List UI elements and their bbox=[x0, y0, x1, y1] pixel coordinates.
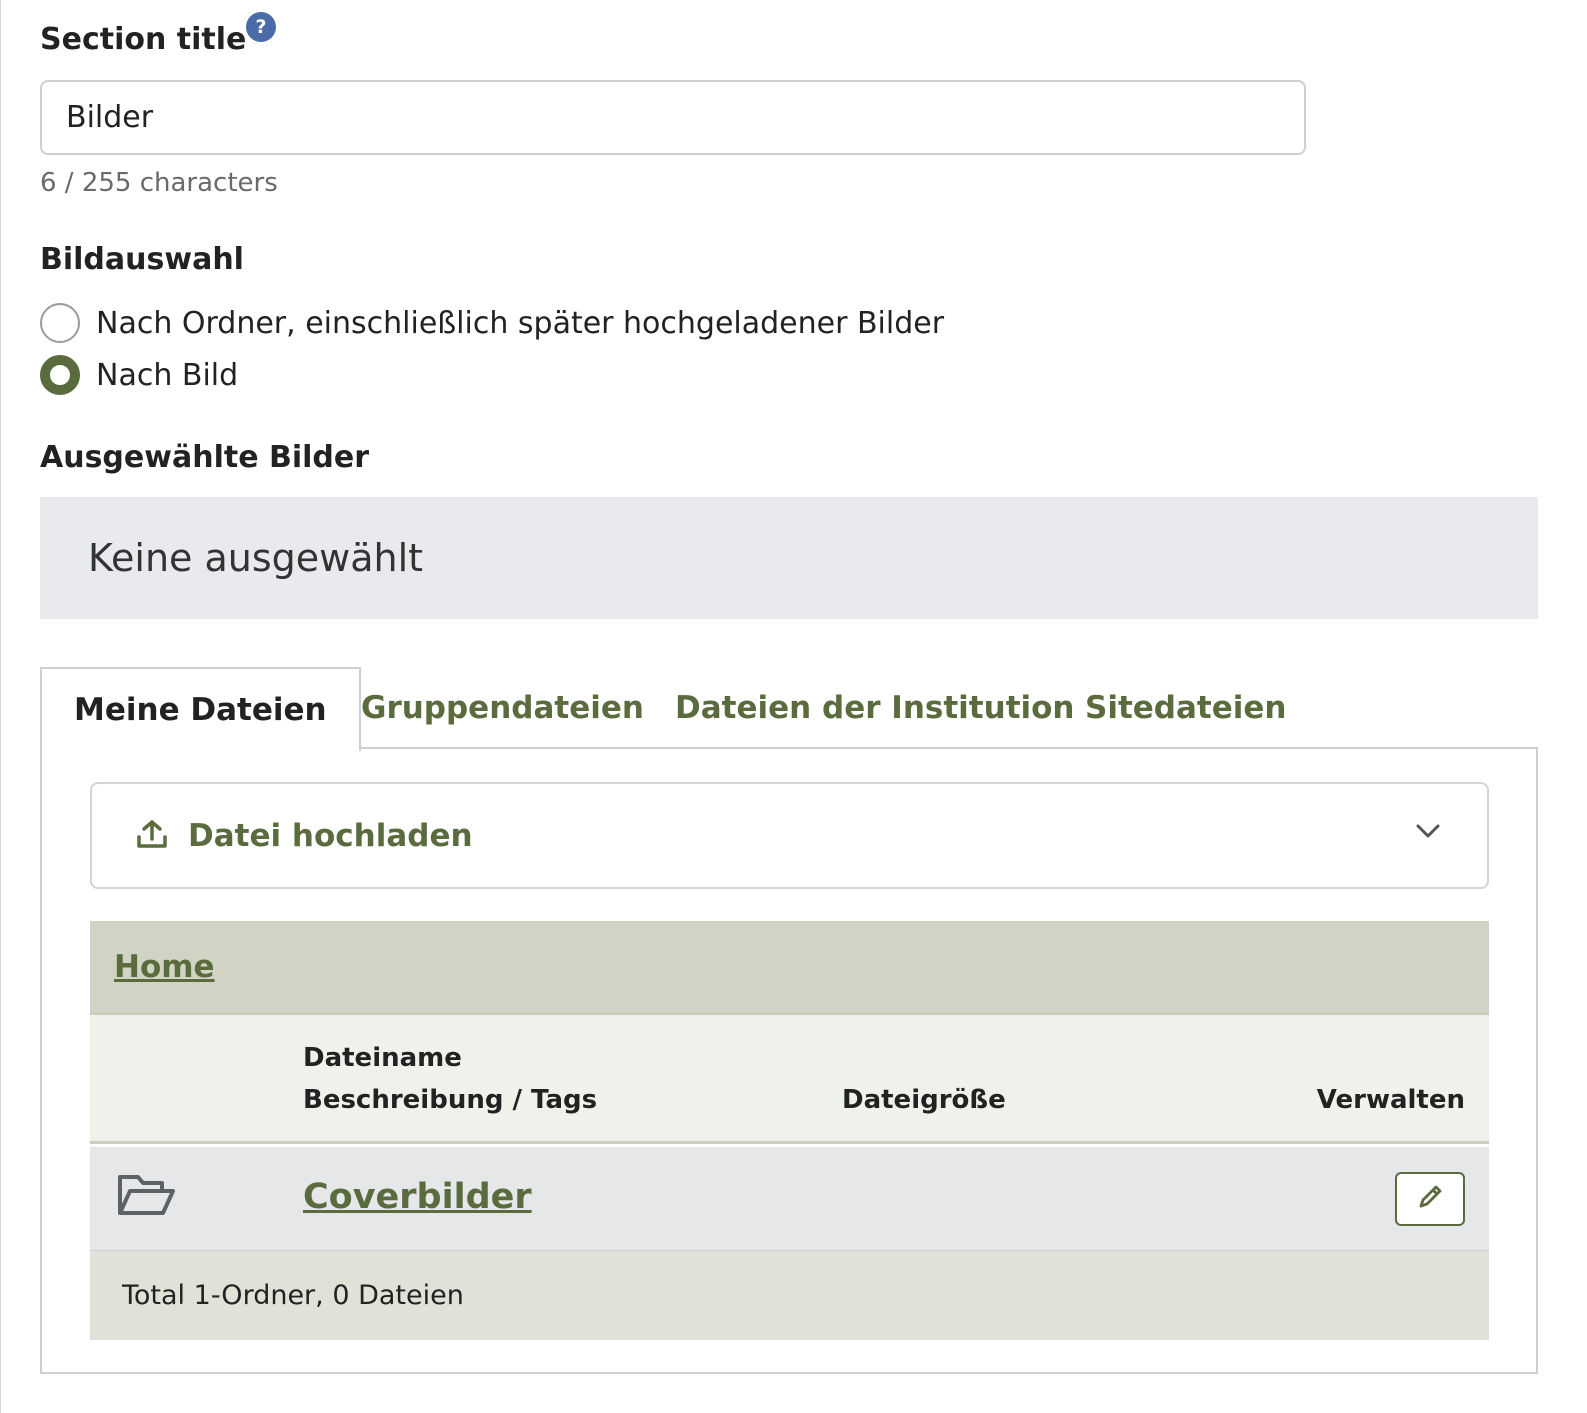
table-row: Coverbilder bbox=[90, 1147, 1489, 1251]
edit-button[interactable] bbox=[1395, 1172, 1465, 1226]
tab-dateien-der-institution[interactable]: Dateien der Institution bbox=[675, 667, 1075, 749]
upload-icon bbox=[136, 819, 168, 853]
breadcrumb: Home bbox=[90, 921, 1489, 1012]
selected-images-label: Ausgewählte Bilder bbox=[40, 440, 370, 475]
radio-option-image[interactable]: Nach Bild bbox=[40, 355, 238, 395]
radio-button-checked[interactable] bbox=[40, 355, 80, 395]
radio-label: Nach Ordner, einschließlich später hochg… bbox=[96, 305, 945, 341]
radio-button[interactable] bbox=[40, 303, 80, 343]
section-title-label: Section title bbox=[40, 22, 247, 57]
table-header: Dateiname Beschreibung / Tags Dateigröße… bbox=[90, 1012, 1489, 1144]
folder-link[interactable]: Coverbilder bbox=[303, 1177, 532, 1217]
folder-icon bbox=[116, 1171, 176, 1223]
help-icon[interactable]: ? bbox=[246, 12, 276, 42]
tab-sitedateien[interactable]: Sitedateien bbox=[1085, 667, 1286, 749]
page-left-border bbox=[0, 0, 1, 1413]
header-beschreibung: Beschreibung / Tags bbox=[303, 1085, 598, 1115]
selected-images-box: Keine ausgewählt bbox=[40, 497, 1538, 619]
empty-selection-text: Keine ausgewählt bbox=[88, 536, 424, 580]
tab-gruppendateien[interactable]: Gruppendateien bbox=[361, 667, 644, 749]
radio-option-folder[interactable]: Nach Ordner, einschließlich später hochg… bbox=[40, 303, 944, 343]
tab-meine-dateien[interactable]: Meine Dateien bbox=[40, 667, 361, 751]
chevron-down-icon bbox=[1415, 822, 1441, 844]
section-title-input[interactable] bbox=[40, 80, 1306, 155]
file-tabs: Meine Dateien Gruppendateien Dateien der… bbox=[40, 667, 1538, 751]
header-dateiname: Dateiname bbox=[303, 1043, 462, 1073]
breadcrumb-home-link[interactable]: Home bbox=[114, 949, 215, 985]
pencil-icon bbox=[1415, 1182, 1445, 1216]
character-counter: 6 / 255 characters bbox=[40, 168, 278, 198]
upload-label: Datei hochladen bbox=[188, 817, 473, 854]
table-total: Total 1-Ordner, 0 Dateien bbox=[90, 1251, 1489, 1340]
bildauswahl-label: Bildauswahl bbox=[40, 242, 244, 277]
radio-label: Nach Bild bbox=[96, 357, 239, 393]
header-dateigroesse: Dateigröße bbox=[842, 1085, 1006, 1115]
upload-toggle[interactable]: Datei hochladen bbox=[90, 782, 1489, 889]
header-verwalten: Verwalten bbox=[1316, 1085, 1465, 1115]
